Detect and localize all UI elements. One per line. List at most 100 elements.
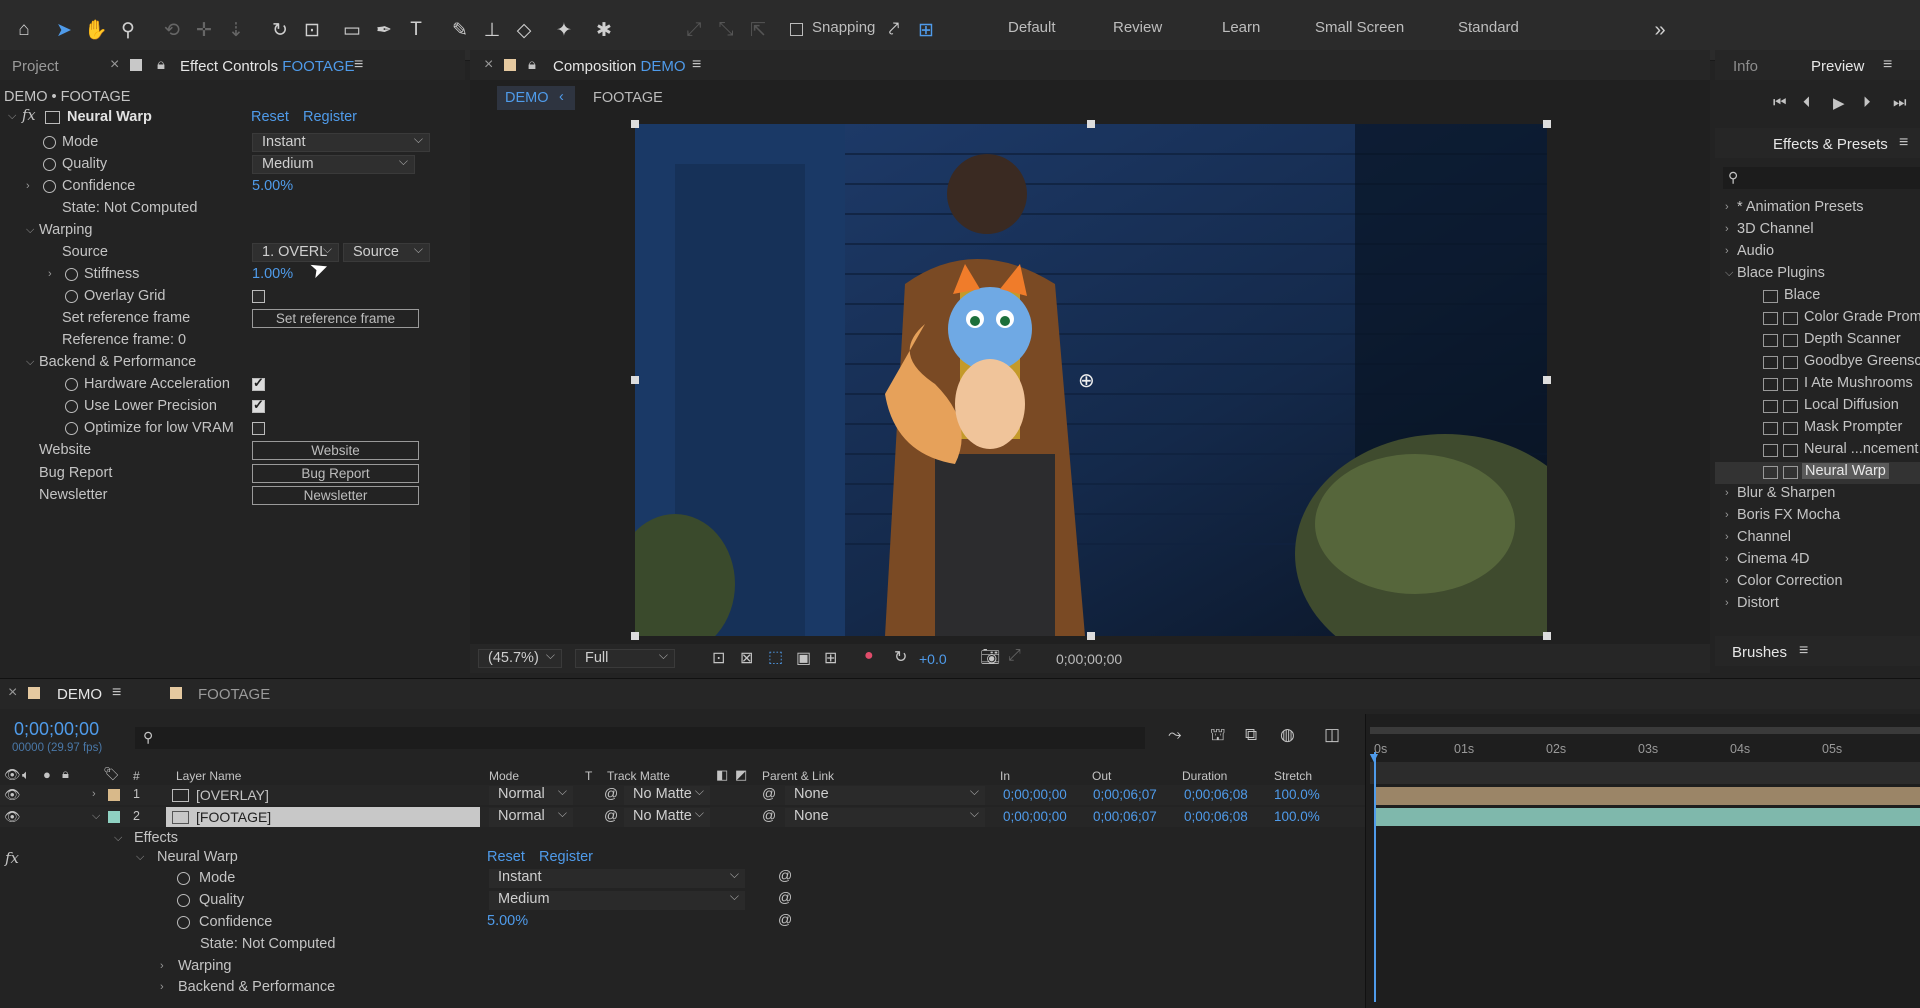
transform-handle[interactable] [1087,632,1095,640]
eraser-tool-icon[interactable]: ◇ [510,16,538,44]
expand-arrow-icon[interactable]: › [1725,201,1729,213]
panel-menu-icon[interactable]: ≡ [354,56,363,74]
time-graph[interactable] [1365,714,1920,1008]
effect-item[interactable]: Color Grade Prom [1804,309,1920,325]
stopwatch-icon[interactable] [43,136,56,149]
eye-icon[interactable]: 👁︎ [4,787,21,803]
orbit-tool-icon[interactable]: ⟲ [158,16,186,44]
website-button[interactable]: Website [252,441,419,460]
draft-3d-icon[interactable]: ⛫ [1210,725,1226,747]
spiral-link-icon[interactable]: @ [604,785,618,801]
collapse-arrow-icon[interactable]: ⌵ [26,356,34,369]
eye-icon[interactable]: 👁︎ [4,809,21,825]
video-toggle-icon[interactable]: 👁︎ [4,767,21,783]
selection-tool-icon[interactable]: ➤ [50,16,78,44]
stopwatch-icon[interactable] [177,872,190,885]
transform-handle[interactable] [1543,376,1551,384]
effects-category[interactable]: Blace Plugins [1737,265,1825,281]
more-workspaces-icon[interactable]: » [1646,16,1674,44]
layer-out[interactable]: 0;00;06;07 [1093,809,1157,824]
transform-handle[interactable] [1543,120,1551,128]
timeline-tab-footage[interactable]: FOOTAGE [198,686,270,703]
low-vram-checkbox[interactable] [252,422,265,435]
effects-category[interactable]: Distort [1737,595,1779,609]
effects-category[interactable]: Boris FX Mocha [1737,507,1840,523]
effect-item[interactable]: Goodbye Greensc [1804,353,1920,369]
world-axis-icon[interactable]: ⤡ [712,16,740,44]
project-tab[interactable]: Project [12,58,59,75]
close-icon[interactable]: × [484,56,493,74]
brushes-tab[interactable]: Brushes [1732,644,1787,661]
reset-exposure-icon[interactable]: ↻ [894,647,907,667]
panel-menu-icon[interactable]: ≡ [112,684,121,702]
layer-name[interactable]: [FOOTAGE] [196,809,271,825]
view-axis-icon[interactable]: ⇱ [744,16,772,44]
effects-category[interactable]: Cinema 4D [1737,551,1810,567]
layer-label-color[interactable] [108,789,120,801]
lock-icon[interactable]: 🔒︎ [157,56,165,73]
panel-menu-icon[interactable]: ≡ [1883,56,1892,74]
timeline-reset-link[interactable]: Reset [487,849,525,865]
timeline-quality-dropdown[interactable]: Medium [489,888,745,910]
mask-visibility-icon[interactable]: ⬚ [768,647,783,667]
expand-arrow-icon[interactable]: › [160,981,164,993]
timeline-register-link[interactable]: Register [539,849,593,865]
graph-editor-icon[interactable]: ◫ [1324,725,1340,745]
safe-margins-icon[interactable]: ▣ [796,648,811,668]
info-tab[interactable]: Info [1733,58,1758,75]
workspace-small-screen[interactable]: Small Screen [1315,19,1404,36]
stopwatch-icon[interactable] [177,894,190,907]
composition-mini-flowchart-icon[interactable]: ⤳ [1168,725,1182,745]
layer-in[interactable]: 0;00;00;00 [1003,809,1067,824]
preview-tab[interactable]: Preview [1811,58,1864,75]
lock-icon[interactable]: 🔒︎ [528,56,536,73]
expression-pickwhip-icon[interactable]: @ [778,867,792,883]
layer-duration[interactable]: 0;00;06;08 [1184,787,1248,802]
set-reference-button[interactable]: Set reference frame [252,309,419,328]
audio-toggle-icon[interactable]: 🔈︎ [22,767,30,783]
channel-icon[interactable]: ● [864,647,874,665]
bug-report-button[interactable]: Bug Report [252,464,419,483]
brush-tool-icon[interactable]: ✎ [446,16,474,44]
first-frame-icon[interactable]: ⏮ [1773,94,1787,111]
expand-arrow-icon[interactable]: › [26,180,30,192]
expand-arrow-icon[interactable]: › [160,960,164,972]
snap-edges-icon[interactable]: ⤤ [880,16,908,44]
track-matte-dropdown[interactable]: No Matte [624,805,710,827]
composition-timecode[interactable]: 0;00;00;00 [1056,651,1122,667]
parent-pickwhip-icon[interactable]: @ [762,785,776,801]
overlay-grid-checkbox[interactable] [252,290,265,303]
stopwatch-icon[interactable] [177,916,190,929]
panel-menu-icon[interactable]: ≡ [1799,642,1808,660]
workspace-review[interactable]: Review [1113,19,1162,36]
previous-frame-icon[interactable]: ⏴ [1803,94,1811,111]
anchor-tool-icon[interactable]: ⊡ [298,16,326,44]
register-link[interactable]: Register [303,109,357,125]
next-frame-icon[interactable]: ⏵ [1863,94,1871,111]
source-mode-dropdown[interactable]: Source [343,241,430,262]
resolution-dropdown[interactable]: Full [575,647,675,668]
transform-handle[interactable] [631,376,639,384]
effects-presets-tab[interactable]: Effects & Presets [1773,136,1888,153]
effects-category[interactable]: * Animation Presets [1737,199,1864,215]
stopwatch-icon[interactable] [65,268,78,281]
expression-pickwhip-icon[interactable]: @ [778,889,792,905]
expand-arrow-icon[interactable]: › [92,788,96,800]
region-of-interest-icon[interactable]: ⊡ [712,648,725,668]
quality-dropdown[interactable]: Medium [252,153,415,174]
composition-tab[interactable]: Composition DEMO [553,58,686,75]
zoom-dropdown[interactable]: (45.7%) [478,647,562,668]
stopwatch-icon[interactable] [65,290,78,303]
snapping-checkbox[interactable] [790,23,803,36]
effect-controls-tab[interactable]: Effect Controls FOOTAGE [180,58,355,75]
effects-category[interactable]: Channel [1737,529,1791,545]
effect-item[interactable]: Local Diffusion [1804,397,1899,413]
home-icon[interactable]: ⌂ [10,16,38,44]
mode-dropdown[interactable]: Instant [252,131,430,152]
workspace-learn[interactable]: Learn [1222,19,1260,36]
expand-arrow-icon[interactable]: › [1725,487,1729,499]
fx-icon[interactable]: fx [22,108,36,124]
close-icon[interactable]: × [8,684,17,702]
workspace-standard[interactable]: Standard [1458,19,1519,36]
layer-duration[interactable]: 0;00;06;08 [1184,809,1248,824]
